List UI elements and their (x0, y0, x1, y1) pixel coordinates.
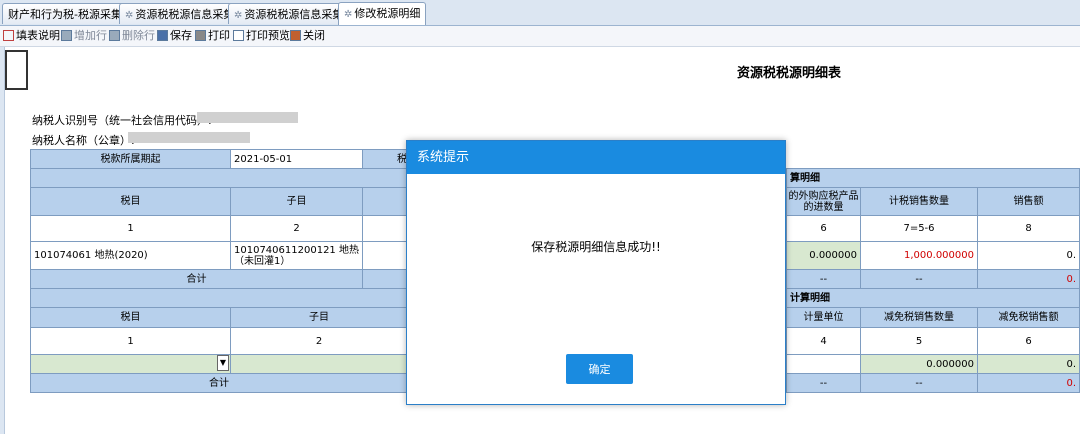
total-sales: 0. (977, 269, 1080, 289)
section2-title: 计算明细 (786, 288, 1080, 308)
t2-subitem-select[interactable] (230, 354, 408, 374)
t2-unit-cell (786, 354, 861, 374)
t2-total-dash-1: -- (786, 373, 861, 393)
door-icon (290, 30, 301, 41)
add-row-button[interactable]: 增加行 (61, 28, 107, 44)
row-subitem[interactable]: 1010740611200121 地热（未回灌1） (230, 241, 363, 270)
period-start-value[interactable]: 2021-05-01 (230, 149, 363, 169)
col-index-7: 7=5-6 (860, 215, 978, 242)
chevron-down-icon[interactable]: ▼ (217, 355, 229, 371)
preview-icon (233, 30, 244, 41)
t2-col-taxitem-header: 税目 (30, 307, 231, 328)
col-index-6: 6 (786, 215, 861, 242)
dialog-message: 保存税源明细信息成功!! (531, 240, 661, 254)
print-preview-button[interactable]: 打印预览 (233, 28, 290, 44)
close-button[interactable]: 关闭 (290, 28, 325, 44)
row-sales[interactable]: 0. (977, 241, 1080, 270)
save-icon (157, 30, 168, 41)
col-index-2: 2 (230, 215, 363, 242)
period-end-label: 税 (362, 149, 408, 169)
t2-col-index-5: 5 (860, 327, 978, 355)
total-row-label: 合计 (30, 269, 363, 289)
gear-icon: ✲ (234, 10, 243, 21)
col-subitem-header: 子目 (230, 187, 363, 216)
add-row-icon (61, 30, 72, 41)
delete-row-button[interactable]: 删除行 (109, 28, 155, 44)
taxpayer-name-label: 纳税人名称（公章）: (32, 134, 135, 147)
document-icon (3, 30, 14, 41)
save-button[interactable]: 保存 (157, 28, 192, 44)
t2-col-index-4: 4 (786, 327, 861, 355)
t2-col-index-6: 6 (977, 327, 1080, 355)
row-purchase-qty[interactable]: 0.000000 (786, 241, 861, 270)
tab-modify-tax-detail[interactable]: ✲ 修改税源明细 (338, 2, 427, 25)
fill-guide-button[interactable]: 填表说明 (3, 28, 60, 44)
t2-taxitem-select[interactable] (30, 354, 231, 374)
col-index-hidden (362, 215, 408, 242)
t2-col-subitem-header: 子目 (230, 307, 408, 328)
row-hidden-cell (362, 241, 408, 270)
confirm-button[interactable]: 确定 (566, 354, 633, 384)
col-tax-qty-header: 计税销售数量 (860, 187, 978, 216)
t2-col-index-1: 1 (30, 327, 231, 355)
t2-exempt-qty[interactable]: 0.000000 (860, 354, 978, 374)
col-taxitem-header: 税目 (30, 187, 231, 216)
gear-icon: ✲ (125, 10, 134, 21)
t2-col-exempt-qty-header: 减免税销售数量 (860, 307, 978, 328)
total-dash-1: -- (786, 269, 861, 289)
col-purchase-header: 的外购应税产品的进数量 (786, 187, 861, 216)
tab-bar: 财产和行为税-税源采集 ✲ 资源税税源信息采集 ✲ 资源税税源信息采集 ✲ 修改税源明… (0, 0, 1080, 26)
form-placeholder-box (5, 50, 28, 90)
t2-total-dash-2: -- (860, 373, 978, 393)
total-hidden-cell (362, 269, 408, 289)
row-tax-qty: 1,000.000000 (860, 241, 978, 270)
gear-icon: ✲ (344, 9, 353, 20)
toolbar: 填表说明 增加行 删除行 保存 打印 打印预览 关闭 (0, 26, 1080, 47)
row-taxitem[interactable]: 101074061 地热(2020) (30, 241, 231, 270)
col-sales-header: 销售额 (977, 187, 1080, 216)
total-dash-2: -- (860, 269, 978, 289)
t2-total-label: 合计 (30, 373, 408, 393)
col-index-1: 1 (30, 215, 231, 242)
section2-left-header (30, 288, 408, 308)
tab-property-tax-collection[interactable]: 财产和行为税-税源采集 (2, 3, 128, 24)
t2-col-exempt-sales-header: 减免税销售额 (977, 307, 1080, 328)
t2-col-unit-header: 计量单位 (786, 307, 861, 328)
section1-left-header (30, 168, 408, 188)
system-prompt-dialog: 系统提示 保存税源明细信息成功!! 确定 (406, 140, 786, 405)
taxpayer-id-label: 纳税人识别号（统一社会信用代码）: (32, 114, 212, 127)
t2-col-index-2: 2 (230, 327, 408, 355)
delete-row-icon (109, 30, 120, 41)
col-index-8: 8 (977, 215, 1080, 242)
print-button[interactable]: 打印 (195, 28, 230, 44)
t2-total-sales: 0. (977, 373, 1080, 393)
left-frame-border (0, 47, 5, 434)
taxpayer-id-redacted (197, 112, 298, 123)
t2-exempt-sales[interactable]: 0. (977, 354, 1080, 374)
printer-icon (195, 30, 206, 41)
tab-resource-tax-info-1[interactable]: ✲ 资源税税源信息采集 (119, 3, 241, 24)
dialog-title: 系统提示 (407, 141, 785, 174)
taxpayer-name-redacted (128, 132, 250, 143)
section1-title: 算明细 (786, 168, 1080, 188)
col-hidden-header (362, 187, 408, 216)
page-title: 资源税税源明细表 (737, 66, 842, 81)
tab-resource-tax-info-2[interactable]: ✲ 资源税税源信息采集 (228, 3, 350, 24)
period-start-label: 税款所属期起 (30, 149, 231, 169)
